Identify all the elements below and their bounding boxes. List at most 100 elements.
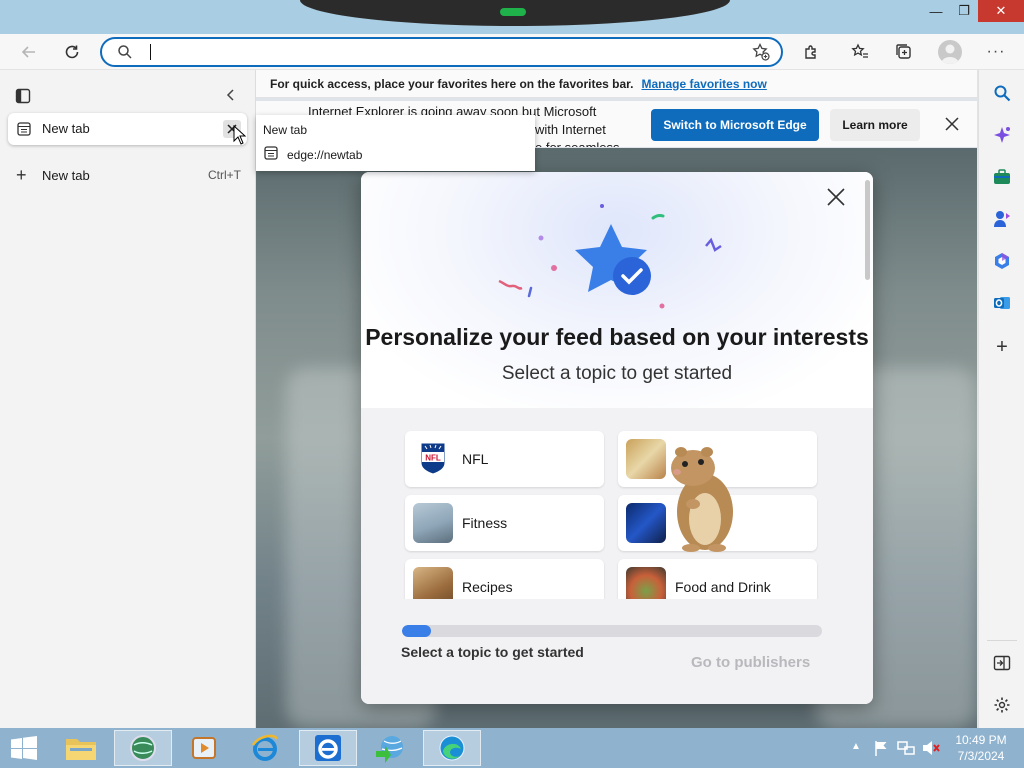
chevron-up-icon: ▲	[851, 741, 861, 752]
add-favorite-icon[interactable]	[752, 43, 770, 61]
taskbar-download-manager[interactable]	[361, 730, 419, 766]
collapse-pane-icon[interactable]	[223, 87, 239, 103]
ie-icon	[251, 734, 279, 761]
plus-icon: +	[16, 164, 27, 185]
rail-games-button[interactable]	[979, 204, 1024, 234]
go-to-publishers-button[interactable]: Go to publishers	[691, 654, 810, 671]
topic-card-fitness[interactable]: Fitness	[405, 495, 604, 551]
more-dots-icon: ···	[986, 43, 1006, 60]
manage-favorites-link[interactable]: Manage favorites now	[641, 77, 766, 91]
network-icon[interactable]	[897, 740, 915, 756]
vertical-tabs-pane: + New tab Ctrl+T	[0, 70, 256, 728]
topic-thumbnail	[413, 567, 453, 599]
minimize-button[interactable]: —	[922, 0, 950, 22]
clock-date: 7/3/2024	[957, 749, 1005, 763]
games-icon	[994, 211, 1010, 227]
favorites-hint: For quick access, place your favorites h…	[270, 76, 634, 91]
start-button[interactable]	[10, 736, 38, 763]
svg-text:NFL: NFL	[425, 454, 441, 463]
tab-tooltip: New tab edge://newtab	[256, 115, 535, 171]
topic-thumbnail	[626, 503, 666, 543]
topic-label: Recipes	[462, 579, 513, 595]
tab-actions-icon[interactable]	[15, 88, 31, 104]
favorites-bar: For quick access, place your favorites h…	[256, 70, 977, 98]
refresh-button[interactable]	[57, 37, 87, 67]
taskbar-internet-explorer-2[interactable]	[299, 730, 357, 766]
restore-button[interactable]: ❐	[950, 0, 978, 22]
clock-time: 10:49 PM	[955, 733, 1007, 747]
dialog-footer: Select a topic to get started Go to publ…	[361, 607, 873, 704]
taskbar-media-player[interactable]	[175, 730, 233, 766]
rail-search-button[interactable]	[979, 78, 1024, 108]
topic-label: Fitness	[462, 515, 508, 531]
search-icon	[118, 45, 132, 59]
tooltip-title: New tab	[263, 123, 308, 137]
office-icon	[995, 253, 1009, 269]
rail-divider	[987, 640, 1017, 641]
taskbar-app-globe[interactable]	[114, 730, 172, 766]
rail-add-button[interactable]: +	[979, 332, 1024, 362]
topic-card-nfl[interactable]: NFL NFL	[405, 431, 604, 487]
settings-more-button[interactable]: ···	[981, 37, 1011, 67]
new-tab-shortcut: Ctrl+T	[208, 168, 241, 182]
windows-taskbar: ▲ 10:49 PM 7/3/2024	[0, 728, 1024, 768]
panel-collapse-icon	[993, 655, 1011, 671]
volume-muted-icon[interactable]	[922, 740, 940, 756]
page-icon	[17, 122, 31, 136]
topic-label: NFL	[462, 451, 489, 467]
taskbar-file-explorer[interactable]	[52, 730, 110, 766]
topic-card-recipes[interactable]: Recipes	[405, 559, 604, 599]
sidebar-settings-button[interactable]	[979, 690, 1024, 720]
download-globe-icon	[376, 736, 403, 763]
collections-icon	[896, 44, 911, 59]
profile-avatar[interactable]	[938, 40, 962, 64]
taskbar-internet-explorer[interactable]	[236, 730, 294, 766]
gear-icon	[994, 697, 1010, 713]
new-tab-label: New tab	[42, 167, 90, 183]
close-icon[interactable]	[945, 117, 959, 131]
close-icon[interactable]	[827, 188, 845, 206]
show-hidden-icons-button[interactable]: ▲	[851, 741, 861, 752]
rail-copilot-button[interactable]	[979, 120, 1024, 150]
favorites-button[interactable]	[845, 37, 875, 67]
search-icon	[994, 85, 1011, 102]
text-cursor	[150, 44, 151, 60]
folder-icon	[66, 739, 96, 760]
new-tab-button[interactable]: + New tab Ctrl+T	[16, 164, 241, 186]
windows-logo-icon	[11, 736, 37, 760]
topic-grid: NFL NFL Fitness Recipes Food and Drink	[361, 425, 873, 599]
rail-outlook-button[interactable]	[979, 288, 1024, 318]
rail-office-button[interactable]	[979, 246, 1024, 276]
personalize-feed-dialog: Personalize your feed based on your inte…	[361, 172, 873, 704]
flag-icon[interactable]	[873, 740, 889, 756]
favorites-list-icon	[851, 43, 868, 58]
close-window-button[interactable]: ✕	[978, 0, 1024, 22]
address-bar[interactable]	[100, 37, 783, 67]
puzzle-icon	[805, 45, 816, 59]
topic-card-food-and-drink[interactable]: Food and Drink	[618, 559, 817, 599]
camera-notch	[300, 0, 730, 26]
ie-icon	[315, 735, 341, 761]
learn-more-button[interactable]: Learn more	[830, 109, 920, 141]
refresh-icon	[65, 45, 79, 59]
system-clock[interactable]: 10:49 PM 7/3/2024	[948, 732, 1014, 764]
globe-app-icon	[130, 735, 156, 761]
collections-button[interactable]	[889, 37, 919, 67]
dialog-scrollbar[interactable]	[865, 180, 870, 280]
outlook-icon	[994, 297, 1010, 309]
add-icon: +	[996, 335, 1008, 358]
rail-tools-button[interactable]	[979, 162, 1024, 192]
title-bar: — ❐ ✕	[0, 0, 1024, 34]
progress-label: Select a topic to get started	[401, 644, 584, 660]
topic-thumbnail	[626, 567, 666, 599]
topic-label: Food and Drink	[675, 579, 771, 595]
extensions-button[interactable]	[796, 37, 826, 67]
switch-to-edge-button[interactable]: Switch to Microsoft Edge	[651, 109, 819, 141]
back-button[interactable]	[14, 37, 44, 67]
copilot-icon	[994, 127, 1010, 143]
back-arrow-icon	[21, 46, 35, 58]
tab-title: New tab	[42, 121, 90, 136]
taskbar-edge[interactable]	[423, 730, 481, 766]
tab-item[interactable]: New tab	[8, 113, 247, 145]
hide-sidebar-button[interactable]	[979, 648, 1024, 678]
